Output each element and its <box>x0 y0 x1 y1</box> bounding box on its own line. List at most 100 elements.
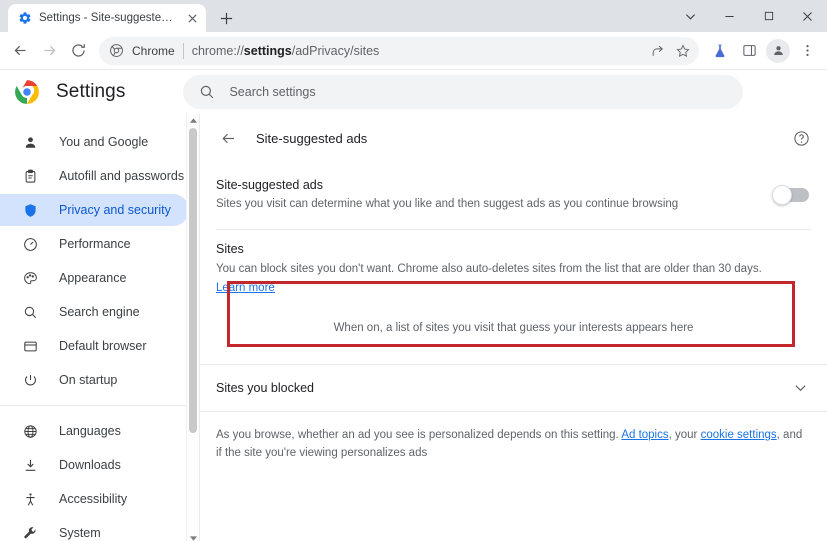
sidebar-label: Appearance <box>59 271 127 285</box>
new-tab-button[interactable] <box>212 4 240 32</box>
site-suggested-ads-toggle[interactable] <box>772 185 809 206</box>
sidebar-label: You and Google <box>59 135 149 149</box>
reload-icon[interactable] <box>64 37 92 65</box>
sidebar-divider <box>0 405 199 406</box>
forward-arrow-icon[interactable] <box>35 37 63 65</box>
footer-part2: , your <box>668 428 701 441</box>
sidebar-label: Autofill and passwords <box>59 169 185 183</box>
settings-header: Settings Search settings <box>0 70 827 114</box>
tab-title: Settings - Site-suggested ads <box>39 12 177 24</box>
browser-tab[interactable]: Settings - Site-suggested ads <box>8 4 206 32</box>
profile-avatar-icon[interactable] <box>764 37 792 65</box>
sidebar-scrollbar[interactable] <box>186 114 199 541</box>
cookie-settings-link[interactable]: cookie settings <box>701 429 777 441</box>
search-placeholder: Search settings <box>229 85 316 99</box>
person-icon <box>22 134 39 151</box>
sidebar-label: System <box>59 526 101 540</box>
browser-toolbar: Chrome chrome://settings/adPrivacy/sites <box>0 32 827 70</box>
browser-window: Settings - Site-suggested ads Chrome chr… <box>0 0 827 541</box>
maximize-icon[interactable] <box>749 0 788 32</box>
sidebar-item-performance[interactable]: Performance <box>0 228 189 260</box>
sidebar-item-on-startup[interactable]: On startup <box>0 364 189 396</box>
setting-description: Sites you visit can determine what you l… <box>216 198 679 210</box>
site-suggested-ads-row: Site-suggested ads Sites you visit can d… <box>200 162 827 229</box>
sidebar-item-downloads[interactable]: Downloads <box>0 449 189 481</box>
omnibox-actions <box>645 39 695 63</box>
sidebar-label: Languages <box>59 424 121 438</box>
sites-section: Sites You can block sites you don't want… <box>200 230 827 364</box>
help-circle-icon[interactable] <box>789 126 813 150</box>
star-icon[interactable] <box>671 39 695 63</box>
back-arrow-icon[interactable] <box>6 37 34 65</box>
shield-icon <box>22 202 39 219</box>
chevron-down-icon[interactable] <box>791 379 809 397</box>
sidebar-item-appearance[interactable]: Appearance <box>0 262 189 294</box>
sidebar-item-system[interactable]: System <box>0 517 189 541</box>
learn-more-link[interactable]: Learn more <box>216 282 275 294</box>
url-bold: settings <box>243 43 292 58</box>
sidebar-item-you-and-google[interactable]: You and Google <box>0 126 189 158</box>
ad-topics-link[interactable]: Ad topics <box>621 429 668 441</box>
window-controls <box>671 0 827 32</box>
sidebar-label: Privacy and security <box>59 203 171 217</box>
search-icon <box>22 304 39 321</box>
close-icon[interactable] <box>788 0 827 32</box>
browser-window-icon <box>22 338 39 355</box>
url-prefix: chrome:// <box>191 43 244 58</box>
palette-icon <box>22 270 39 287</box>
scrollbar-down-arrow-icon[interactable] <box>187 532 199 541</box>
settings-sidebar: You and Google Autofill and passwords Pr… <box>0 114 200 541</box>
side-panel-icon[interactable] <box>735 37 763 65</box>
download-icon <box>22 457 39 474</box>
sites-description: You can block sites you don't want. Chro… <box>216 262 762 275</box>
site-suggested-ads-text: Site-suggested ads Sites you visit can d… <box>216 178 759 213</box>
chrome-icon <box>109 43 124 58</box>
sidebar-group-secondary: Languages Downloads Accessibility System <box>0 415 199 541</box>
back-arrow-icon[interactable] <box>214 124 242 152</box>
content-header: Site-suggested ads <box>200 114 827 162</box>
sites-empty-message: When on, a list of sites you visit that … <box>333 321 694 334</box>
search-settings-input[interactable]: Search settings <box>183 75 744 109</box>
sidebar-group-primary: You and Google Autofill and passwords Pr… <box>0 126 199 396</box>
setting-title: Site-suggested ads <box>216 178 324 192</box>
scrollbar-thumb[interactable] <box>189 128 197 433</box>
omnibox-url: chrome://settings/adPrivacy/sites <box>192 44 637 58</box>
sidebar-label: On startup <box>59 373 118 387</box>
sidebar-item-privacy-and-security[interactable]: Privacy and security <box>0 194 189 226</box>
share-icon[interactable] <box>645 39 669 63</box>
sites-heading: Sites <box>216 241 244 256</box>
scrollbar-up-arrow-icon[interactable] <box>187 114 199 127</box>
footer-part1: As you browse, whether an ad you see is … <box>216 428 622 441</box>
chrome-logo-icon <box>14 79 40 105</box>
sidebar-item-default-browser[interactable]: Default browser <box>0 330 189 362</box>
footer-note: As you browse, whether an ad you see is … <box>200 412 827 463</box>
toggle-knob <box>772 185 792 206</box>
sidebar-item-accessibility[interactable]: Accessibility <box>0 483 189 515</box>
address-bar[interactable]: Chrome chrome://settings/adPrivacy/sites <box>99 36 699 65</box>
sidebar-item-languages[interactable]: Languages <box>0 415 189 447</box>
content-page-title: Site-suggested ads <box>256 130 368 146</box>
speedometer-icon <box>22 236 39 253</box>
tab-strip: Settings - Site-suggested ads <box>0 0 827 32</box>
sites-you-blocked-row[interactable]: Sites you blocked <box>200 363 827 412</box>
accessibility-icon <box>22 491 39 508</box>
url-suffix: /adPrivacy/sites <box>291 43 380 58</box>
tab-search-icon[interactable] <box>671 0 710 32</box>
omnibox-divider <box>182 42 184 59</box>
flask-icon[interactable] <box>706 37 734 65</box>
sidebar-label: Default browser <box>59 339 147 353</box>
sidebar-item-search-engine[interactable]: Search engine <box>0 296 189 328</box>
sidebar-item-autofill-and-passwords[interactable]: Autofill and passwords <box>0 160 189 192</box>
clipboard-icon <box>22 168 39 185</box>
minimize-icon[interactable] <box>710 0 749 32</box>
tab-close-icon[interactable] <box>184 10 200 26</box>
wrench-icon <box>22 525 39 541</box>
three-dot-menu-icon[interactable] <box>793 37 821 65</box>
omnibox-chip-label: Chrome <box>132 43 175 58</box>
search-icon <box>199 84 215 100</box>
gear-icon <box>18 11 32 25</box>
page-title: Settings <box>56 81 126 102</box>
globe-icon <box>22 423 39 440</box>
sidebar-label: Downloads <box>59 458 121 472</box>
sidebar-label: Accessibility <box>59 492 128 506</box>
